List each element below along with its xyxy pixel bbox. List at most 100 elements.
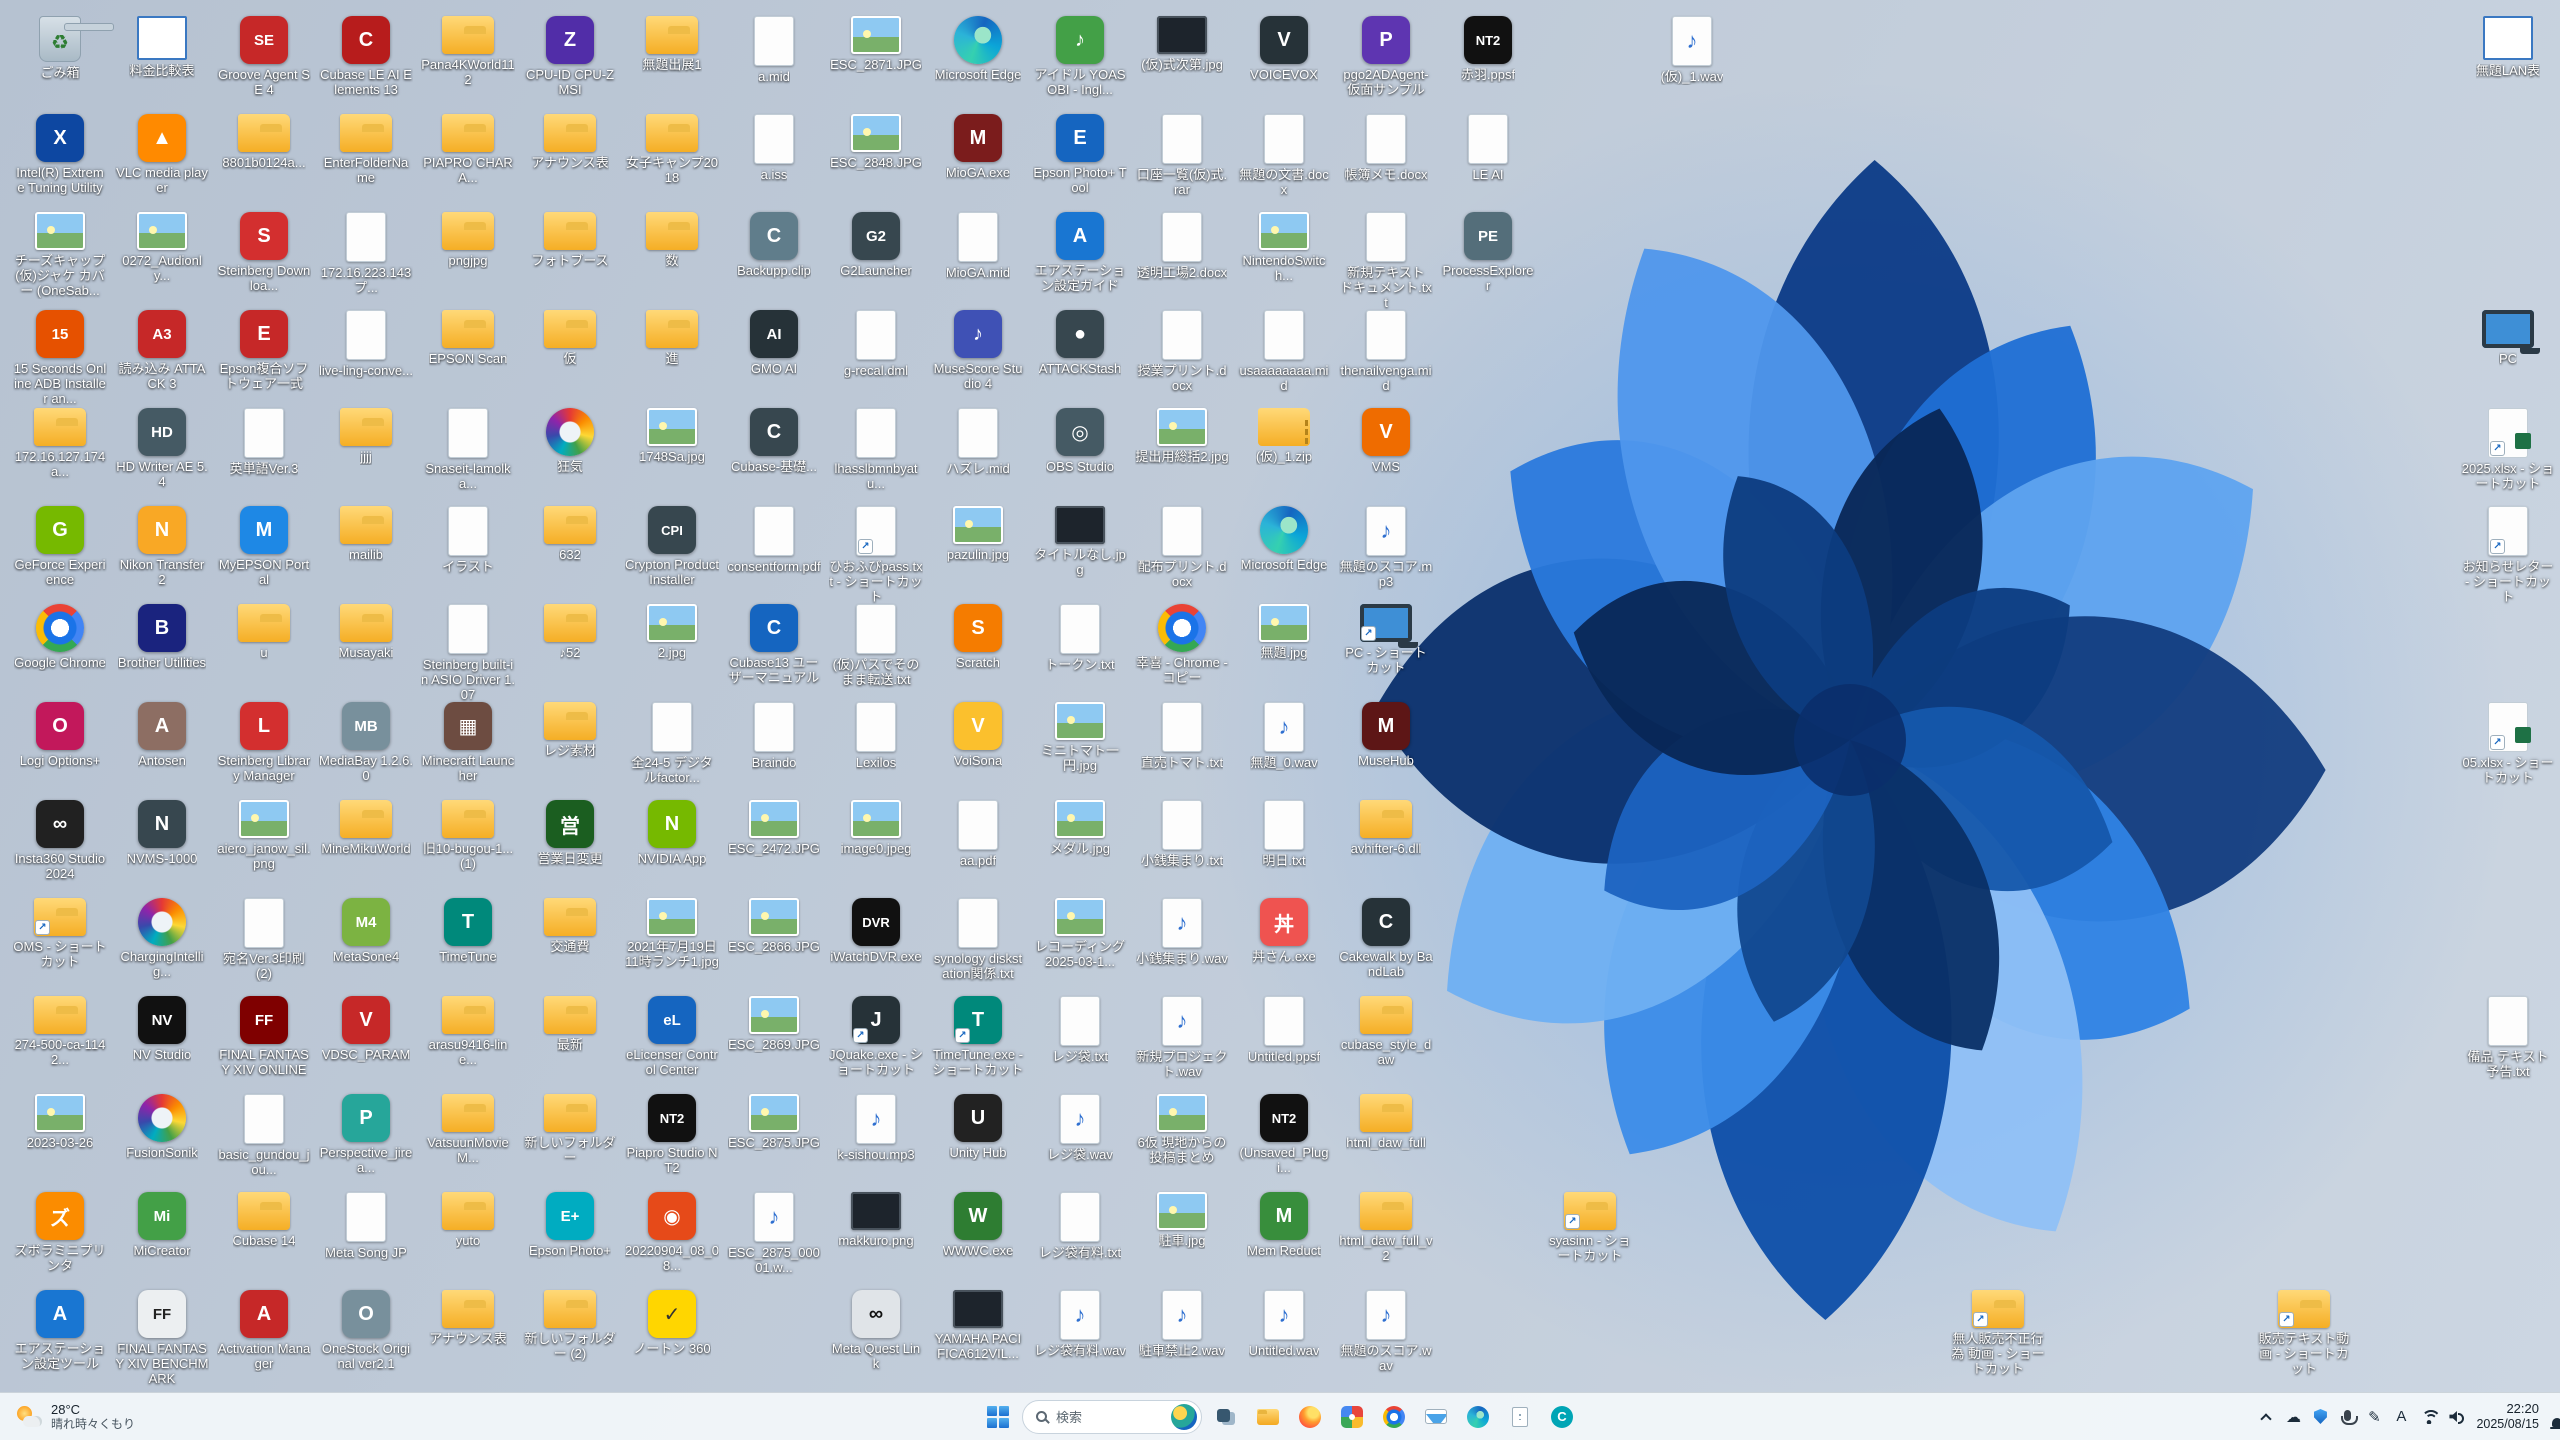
desktop-icon[interactable]: aa.pdf bbox=[930, 796, 1026, 869]
desktop-icon[interactable]: E Epson複合ソフトウェア一式 bbox=[216, 306, 312, 392]
desktop-icon[interactable]: 仮 bbox=[522, 306, 618, 367]
desktop-icon[interactable]: yuto bbox=[420, 1188, 516, 1249]
desktop-icon[interactable]: FF FINAL FANTASY XIV ONLINE bbox=[216, 992, 312, 1078]
desktop-icon[interactable]: T TimeTune bbox=[420, 894, 516, 965]
desktop-icon[interactable]: Mi MiCreator bbox=[114, 1188, 210, 1259]
desktop-icon[interactable]: (仮)_1.zip bbox=[1236, 404, 1332, 465]
desktop-icon[interactable]: E Epson Photo+ Tool bbox=[1032, 110, 1128, 196]
desktop-icon[interactable]: 全24-5 デジタルfactor... bbox=[624, 698, 720, 786]
desktop-icon[interactable]: 無題出展1 bbox=[624, 12, 720, 73]
desktop-icon[interactable]: B Brother Utilities bbox=[114, 600, 210, 671]
desktop-icon[interactable]: VatsuunMovieM... bbox=[420, 1090, 516, 1166]
desktop-icon[interactable]: 明日.txt bbox=[1236, 796, 1332, 869]
desktop-icon[interactable]: HD HD Writer AE 5.4 bbox=[114, 404, 210, 490]
taskbar-app-cevio[interactable]: C bbox=[1542, 1397, 1582, 1437]
desktop-icon[interactable]: N NVIDIA App bbox=[624, 796, 720, 867]
desktop-icon[interactable]: (仮)パスでそのまま転送.txt bbox=[828, 600, 924, 688]
desktop-icon[interactable]: 小銭集まり.txt bbox=[1134, 796, 1230, 869]
taskbar-app-taskview[interactable] bbox=[1206, 1397, 1246, 1437]
desktop-icon[interactable]: MioGA.mid bbox=[930, 208, 1026, 281]
desktop-icon[interactable]: N Nikon Transfer 2 bbox=[114, 502, 210, 588]
desktop-icon[interactable]: V VDSC_PARAM bbox=[318, 992, 414, 1063]
desktop-icon[interactable]: 632 bbox=[522, 502, 618, 563]
desktop-icon[interactable]: ♪52 bbox=[522, 600, 618, 661]
desktop-icon[interactable]: DVR iWatchDVR.exe bbox=[828, 894, 924, 965]
desktop-icon[interactable]: Lexilos bbox=[828, 698, 924, 771]
desktop-icon[interactable]: 備品 テキスト予告.txt bbox=[2460, 992, 2556, 1080]
desktop-icon[interactable]: 無題のスコア.wav bbox=[1338, 1286, 1434, 1374]
desktop-icon[interactable]: ↗ OMS - ショートカット bbox=[12, 894, 108, 970]
desktop-icon[interactable]: ChargingIntellig... bbox=[114, 894, 210, 980]
ime-mode-icon[interactable]: A bbox=[2393, 1404, 2409, 1430]
desktop-icon[interactable]: NintendoSwitch... bbox=[1236, 208, 1332, 284]
desktop[interactable]: ごみ箱 料金比較表 SE Groove Agent SE 4 C Cubase … bbox=[0, 0, 2560, 1440]
desktop-icon[interactable]: ▦ Minecraft Launcher bbox=[420, 698, 516, 784]
desktop-icon[interactable]: 2021年7月19日 11時ランチ1.jpg bbox=[624, 894, 720, 970]
desktop-icon[interactable]: 小銭集まり.wav bbox=[1134, 894, 1230, 967]
desktop-icon[interactable]: トークン.txt bbox=[1032, 600, 1128, 673]
desktop-icon[interactable]: P pgo2ADAgent-仮面サンプル bbox=[1338, 12, 1434, 98]
desktop-icon[interactable]: Meta Song JP bbox=[318, 1188, 414, 1261]
desktop-icon[interactable]: A エアステーション設定ツール bbox=[12, 1286, 108, 1372]
desktop-icon[interactable]: 口座一覧(仮)式.rar bbox=[1134, 110, 1230, 198]
desktop-icon[interactable]: G2 G2Launcher bbox=[828, 208, 924, 279]
desktop-icon[interactable]: ♪ アイドル YOASOBI - Ingl... bbox=[1032, 12, 1128, 98]
desktop-icon[interactable]: PIAPRO CHARA... bbox=[420, 110, 516, 186]
desktop-icon[interactable]: 2.jpg bbox=[624, 600, 720, 661]
desktop-icon[interactable]: 無題のスコア.mp3 bbox=[1338, 502, 1434, 590]
desktop-icon[interactable]: フォトブース bbox=[522, 208, 618, 269]
desktop-icon[interactable]: Microsoft Edge bbox=[930, 12, 1026, 83]
desktop-icon[interactable]: A Activation Manager bbox=[216, 1286, 312, 1372]
desktop-icon[interactable]: EnterFolderName bbox=[318, 110, 414, 186]
desktop-icon[interactable]: A3 読み込み ATTACK 3 bbox=[114, 306, 210, 392]
desktop-icon[interactable]: E+ Epson Photo+ bbox=[522, 1188, 618, 1259]
desktop-icon[interactable]: 新規プロジェクト.wav bbox=[1134, 992, 1230, 1080]
desktop-icon[interactable]: ごみ箱 bbox=[12, 12, 114, 81]
desktop-icon[interactable]: 交通費 bbox=[522, 894, 618, 955]
desktop-icon[interactable]: ◎ OBS Studio bbox=[1032, 404, 1128, 475]
desktop-icon[interactable]: チーズキャップ(仮)ジャケ カバー (OneSab... bbox=[12, 208, 108, 299]
desktop-icon[interactable]: Snaseit-lamolka... bbox=[420, 404, 516, 492]
desktop-icon[interactable]: A Antosen bbox=[114, 698, 210, 769]
desktop-icon[interactable]: 透明工場2.docx bbox=[1134, 208, 1230, 281]
desktop-icon[interactable]: CPI Crypton Product Installer bbox=[624, 502, 720, 588]
desktop-icon[interactable]: Cubase 14 bbox=[216, 1188, 312, 1249]
onedrive-icon[interactable]: ☁ bbox=[2285, 1404, 2301, 1430]
desktop-icon[interactable]: 15 15 Seconds Online ADB Installer an... bbox=[12, 306, 108, 407]
security-icon[interactable] bbox=[2312, 1404, 2328, 1430]
desktop-icon[interactable]: html_daw_full bbox=[1338, 1090, 1434, 1151]
desktop-icon[interactable]: 提出用総括2.jpg bbox=[1134, 404, 1230, 465]
desktop-icon[interactable]: レジ袋.wav bbox=[1032, 1090, 1128, 1163]
desktop-icon[interactable]: arasu9416-line... bbox=[420, 992, 516, 1068]
desktop-icon[interactable]: C Cakewalk by BandLab bbox=[1338, 894, 1434, 980]
desktop-icon[interactable]: M MioGA.exe bbox=[930, 110, 1026, 181]
desktop-icon[interactable]: html_daw_full_v2 bbox=[1338, 1188, 1434, 1264]
desktop-icon[interactable]: YAMAHA PACIFICA612VIL... bbox=[930, 1286, 1026, 1362]
desktop-icon[interactable]: EPSON Scan bbox=[420, 306, 516, 367]
taskbar-app-mail[interactable] bbox=[1416, 1397, 1456, 1437]
desktop-icon[interactable]: usaaaaaaaa.mid bbox=[1236, 306, 1332, 394]
desktop-icon[interactable]: レコーディング 2025-03-1... bbox=[1032, 894, 1128, 970]
desktop-icon[interactable]: ∞ Insta360 Studio 2024 bbox=[12, 796, 108, 882]
desktop-icon[interactable]: ESC_2875_00001.w... bbox=[726, 1188, 822, 1276]
desktop-icon[interactable]: jjjj bbox=[318, 404, 414, 465]
desktop-icon[interactable]: レジ袋有料.txt bbox=[1032, 1188, 1128, 1261]
desktop-icon[interactable]: T ↗ TimeTune.exe - ショートカット bbox=[930, 992, 1026, 1078]
desktop-icon[interactable]: 172.16.127.174a... bbox=[12, 404, 108, 480]
weather-widget[interactable]: 28°C 晴れ時々くもり bbox=[6, 1393, 145, 1440]
desktop-icon[interactable]: V VMS bbox=[1338, 404, 1434, 475]
desktop-icon[interactable]: SE Groove Agent SE 4 bbox=[216, 12, 312, 98]
desktop-icon[interactable]: Steinberg built-in ASIO Driver 1.07 bbox=[420, 600, 516, 703]
desktop-icon[interactable]: O Logi Options+ bbox=[12, 698, 108, 769]
desktop-icon[interactable]: ESC_2866.JPG bbox=[726, 894, 822, 955]
desktop-icon[interactable]: 進 bbox=[624, 306, 720, 367]
desktop-icon[interactable]: ESC_2869.JPG bbox=[726, 992, 822, 1053]
desktop-icon[interactable]: basic_gundou_jou... bbox=[216, 1090, 312, 1178]
hidden-icons-chevron-icon[interactable] bbox=[2258, 1404, 2274, 1430]
desktop-icon[interactable]: ◉ 20220904_08_08... bbox=[624, 1188, 720, 1274]
desktop-icon[interactable]: 1748Sa.jpg bbox=[624, 404, 720, 465]
desktop-icon[interactable]: ESC_2472.JPG bbox=[726, 796, 822, 857]
taskbar-app-edge[interactable] bbox=[1458, 1397, 1498, 1437]
desktop-icon[interactable]: イラスト bbox=[420, 502, 516, 575]
desktop-icon[interactable]: 丼 丼さん.exe bbox=[1236, 894, 1332, 965]
